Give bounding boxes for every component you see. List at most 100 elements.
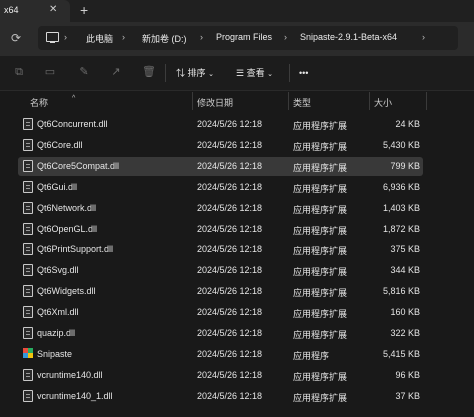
sort-label: 排序 <box>187 68 206 78</box>
file-row[interactable]: quazip.dll 2024/5/26 12:18 应用程序扩展 322 KB <box>0 323 474 343</box>
chevron-down-icon: ⌄ <box>267 71 273 78</box>
view-icon: ☰ <box>236 68 245 78</box>
breadcrumb[interactable]: › 此电脑 › 新加卷 (D:) › Program Files › Snipa… <box>38 26 458 50</box>
file-modified-date: 2024/5/26 12:18 <box>197 223 263 234</box>
file-type: 应用程序扩展 <box>293 225 348 236</box>
tab-bar: x64 ✕ + <box>0 0 474 22</box>
file-row[interactable]: Qt6Core.dll 2024/5/26 12:18 应用程序扩展 5,430 KB <box>0 135 474 155</box>
tab-x64[interactable]: x64 ✕ <box>0 0 70 22</box>
view-button[interactable]: ☰ 查看 ⌄ <box>236 65 273 81</box>
file-name: Qt6Concurrent.dll <box>37 119 108 129</box>
file-size: 322 KB <box>390 328 420 338</box>
file-name: quazip.dll <box>37 328 76 338</box>
dll-file-icon <box>23 201 33 214</box>
file-type: 应用程序 <box>293 350 330 361</box>
dll-file-icon <box>23 138 33 151</box>
file-size: 6,936 KB <box>382 181 420 192</box>
column-divider[interactable] <box>192 92 193 110</box>
file-modified-date: 2024/5/26 12:18 <box>197 160 263 171</box>
file-row[interactable]: Snipaste 2024/5/26 12:18 应用程序 5,415 KB <box>0 344 474 364</box>
file-row[interactable]: Qt6Concurrent.dll 2024/5/26 12:18 应用程序扩展 24… <box>0 114 474 134</box>
file-modified-date: 2024/5/26 12:18 <box>197 348 263 359</box>
file-size: 344 KB <box>390 265 420 276</box>
delete-icon[interactable]: 🗑 <box>142 66 156 78</box>
computer-icon <box>46 32 59 43</box>
file-row[interactable]: Qt6Widgets.dll 2024/5/26 12:18 应用程序扩展 5,816… <box>0 281 474 301</box>
column-divider[interactable] <box>369 92 370 110</box>
file-name: Qt6Network.dll <box>37 202 97 213</box>
file-name: Qt6Gui.dll <box>37 181 78 192</box>
file-modified-date: 2024/5/26 12:18 <box>197 202 263 213</box>
file-type: 应用程序扩展 <box>293 392 348 403</box>
file-size: 160 KB <box>390 307 420 318</box>
sort-button[interactable]: ⇅ 排序 ⌄ <box>176 65 214 81</box>
file-type: 应用程序扩展 <box>293 309 348 320</box>
column-divider[interactable] <box>288 92 289 110</box>
chevron-right-icon[interactable]: › <box>284 32 287 42</box>
copy-icon[interactable]: ⧉ <box>13 66 25 78</box>
file-row[interactable]: Qt6Core5Compat.dll 2024/5/26 12:18 应用程序扩展 7… <box>0 156 474 176</box>
file-name: Snipaste <box>37 348 73 359</box>
file-modified-date: 2024/5/26 12:18 <box>197 181 263 192</box>
file-row[interactable]: vcruntime140.dll 2024/5/26 12:18 应用程序扩展 96 … <box>0 365 474 385</box>
chevron-right-icon[interactable]: › <box>64 32 67 42</box>
breadcrumb-this-pc[interactable]: 此电脑 <box>86 32 113 45</box>
breadcrumb-drive-d[interactable]: 新加卷 (D:) <box>142 32 187 45</box>
sort-caret-icon: ^ <box>72 95 76 102</box>
file-name: Qt6OpenGL.dll <box>37 223 98 234</box>
dll-file-icon <box>23 243 33 256</box>
file-type: 应用程序扩展 <box>293 121 348 131</box>
file-row[interactable]: Qt6Svg.dll 2024/5/26 12:18 应用程序扩展 344 KB <box>0 260 474 280</box>
dll-file-icon <box>23 159 33 172</box>
file-size: 37 KB <box>395 390 420 401</box>
column-header-size[interactable]: 大小 <box>374 96 392 109</box>
new-tab-button[interactable]: + <box>80 3 88 17</box>
file-modified-date: 2024/5/26 12:18 <box>197 119 263 129</box>
refresh-icon[interactable]: ⟳ <box>11 31 21 45</box>
column-header-name[interactable]: 名称 ^ <box>30 95 75 109</box>
file-modified-date: 2024/5/26 12:18 <box>197 390 263 401</box>
paste-icon[interactable]: ▭ <box>44 66 56 78</box>
file-type: 应用程序扩展 <box>293 267 348 278</box>
file-row[interactable]: Qt6OpenGL.dll 2024/5/26 12:18 应用程序扩展 1,872 … <box>0 219 474 239</box>
rename-icon[interactable]: ✎ <box>78 66 90 78</box>
column-divider[interactable] <box>426 92 427 110</box>
file-modified-date: 2024/5/26 12:18 <box>197 307 263 318</box>
file-row[interactable]: Qt6PrintSupport.dll 2024/5/26 12:18 应用程序扩展… <box>0 239 474 259</box>
snipaste-logo-quadrant <box>28 352 33 358</box>
dll-file-icon <box>23 327 33 339</box>
file-type: 应用程序扩展 <box>293 330 348 340</box>
file-row[interactable]: vcruntime140_1.dll 2024/5/26 12:18 应用程序扩展 3… <box>0 386 474 406</box>
more-options-button[interactable]: ••• <box>299 65 308 81</box>
file-size: 96 KB <box>395 369 420 380</box>
breadcrumb-snipaste-folder[interactable]: Snipaste-2.9.1-Beta-x64 <box>300 32 397 42</box>
file-row[interactable]: Qt6Gui.dll 2024/5/26 12:18 应用程序扩展 6,936 KB <box>0 177 474 197</box>
chevron-right-icon[interactable]: › <box>422 32 425 42</box>
column-header-modified[interactable]: 修改日期 <box>197 96 233 109</box>
file-size: 5,415 KB <box>382 348 420 359</box>
share-icon[interactable]: ↗ <box>110 66 122 78</box>
file-name: Qt6Core.dll <box>37 139 83 150</box>
file-name: Qt6Svg.dll <box>37 265 79 276</box>
snipaste-app-icon <box>23 347 33 358</box>
column-header-row: 名称 ^ 修改日期 类型 大小 <box>0 92 474 110</box>
file-type: 应用程序扩展 <box>293 183 348 194</box>
file-modified-date: 2024/5/26 12:18 <box>197 265 263 276</box>
dll-file-icon <box>23 389 33 402</box>
command-bar: ⧉ ▭ ✎ ↗ 🗑 ⇅ 排序 ⌄ ☰ 查看 ⌄ ••• <box>0 56 474 91</box>
file-size: 5,430 KB <box>382 139 420 150</box>
toolbar-divider <box>289 64 290 82</box>
close-icon[interactable]: ✕ <box>49 4 57 15</box>
column-header-type[interactable]: 类型 <box>293 96 311 109</box>
chevron-right-icon[interactable]: › <box>122 32 125 42</box>
file-row[interactable]: Qt6Xml.dll 2024/5/26 12:18 应用程序扩展 160 KB <box>0 302 474 322</box>
chevron-right-icon[interactable]: › <box>200 32 203 42</box>
file-name: Qt6PrintSupport.dll <box>37 244 114 255</box>
file-name: Qt6Core5Compat.dll <box>37 160 120 171</box>
breadcrumb-program-files[interactable]: Program Files <box>216 32 272 42</box>
sort-icon: ⇅ <box>176 68 186 78</box>
file-row[interactable]: Qt6Network.dll 2024/5/26 12:18 应用程序扩展 1,403… <box>0 198 474 218</box>
dll-file-icon <box>23 180 33 193</box>
file-modified-date: 2024/5/26 12:18 <box>197 328 263 338</box>
file-size: 375 KB <box>390 244 420 255</box>
